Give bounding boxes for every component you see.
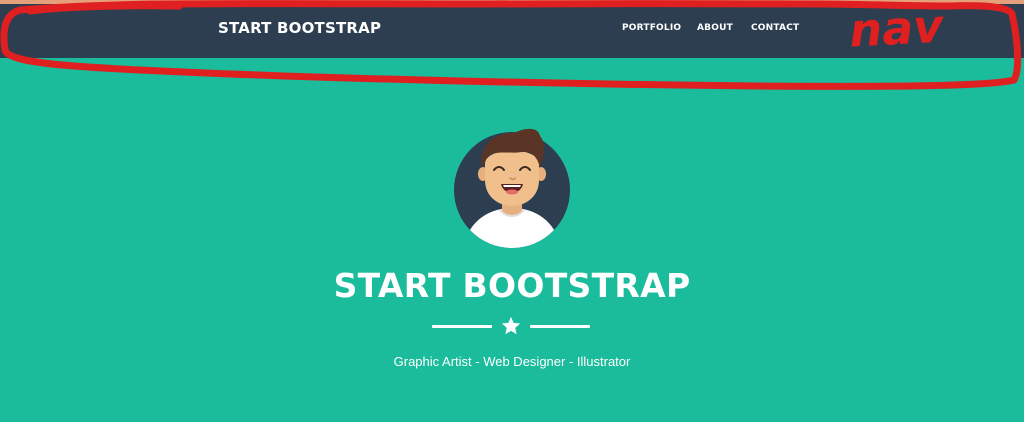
nav-link-about[interactable]: ABOUT	[697, 23, 733, 33]
divider-line-left	[432, 325, 492, 328]
hero-title: START BOOTSTRAP	[333, 266, 691, 305]
nav-link-portfolio[interactable]: PORTFOLIO	[622, 23, 681, 33]
avatar	[454, 128, 570, 248]
divider-line-right	[530, 325, 590, 328]
star-icon	[501, 316, 521, 335]
nav-links: PORTFOLIO ABOUT CONTACT	[0, 23, 1024, 37]
avatar-face	[485, 150, 539, 206]
hero-subtitle: Graphic Artist - Web Designer - Illustra…	[393, 354, 631, 369]
navbar: START BOOTSTRAP PORTFOLIO ABOUT CONTACT	[0, 4, 1024, 58]
star-divider	[432, 314, 592, 338]
nav-link-contact[interactable]: CONTACT	[751, 23, 799, 33]
page: START BOOTSTRAP PORTFOLIO ABOUT CONTACT …	[0, 0, 1024, 422]
